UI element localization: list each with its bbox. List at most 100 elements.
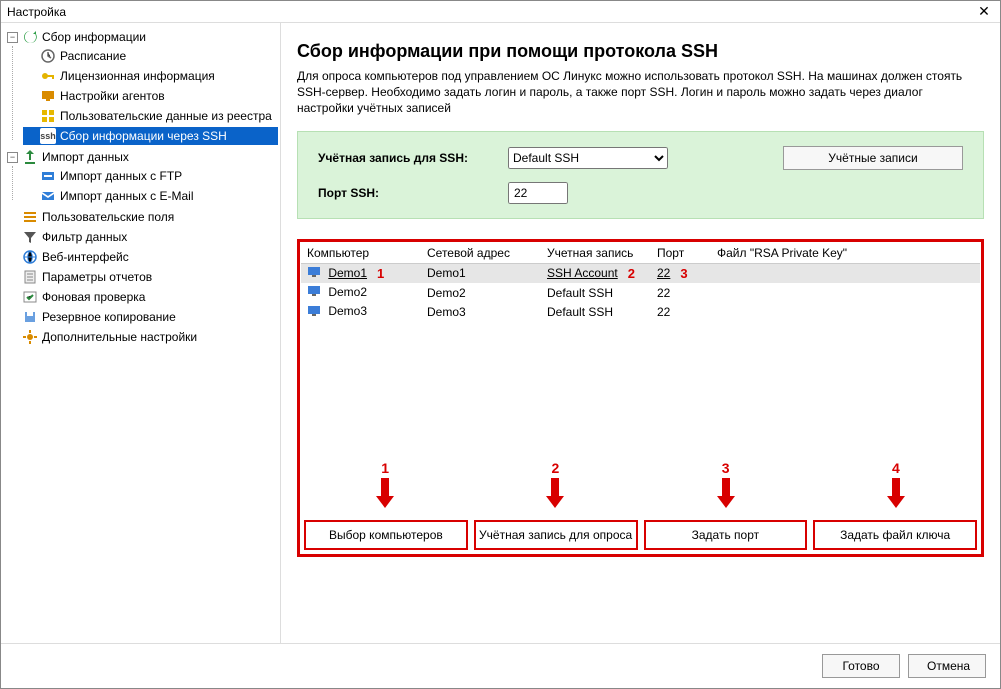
cell-address: Demo1 bbox=[421, 263, 541, 283]
ok-button[interactable]: Готово bbox=[822, 654, 900, 678]
cell-account: Default SSH bbox=[541, 283, 651, 302]
poll-account-button[interactable]: Учётная запись для опроса bbox=[474, 520, 638, 550]
tree-label: Сбор информации через SSH bbox=[60, 129, 227, 143]
ssh-port-input[interactable] bbox=[508, 182, 568, 204]
tree-label: Параметры отчетов bbox=[42, 270, 152, 284]
ssh-icon: ssh bbox=[40, 128, 56, 144]
titlebar: Настройка ✕ bbox=[1, 1, 1000, 23]
cell-account: Default SSH bbox=[541, 302, 651, 321]
arrow-label-1: 1 bbox=[381, 460, 389, 476]
ssh-port-label: Порт SSH: bbox=[318, 186, 508, 200]
collapse-icon[interactable]: − bbox=[7, 152, 18, 163]
tree-item-schedule[interactable]: Расписание bbox=[23, 47, 278, 65]
tree-item-ftp[interactable]: Импорт данных с FTP bbox=[23, 167, 278, 185]
filter-icon bbox=[22, 229, 38, 245]
tree-item-agents[interactable]: Настройки агентов bbox=[23, 87, 278, 105]
tree-item-import[interactable]: − Импорт данных bbox=[5, 148, 278, 166]
cell-computer: Demo3 bbox=[328, 304, 367, 318]
tree-item-web[interactable]: Веб-интерфейс bbox=[5, 248, 278, 266]
agent-icon bbox=[40, 88, 56, 104]
cell-port: 22 bbox=[657, 266, 670, 280]
tree-item-userfields[interactable]: Пользовательские поля bbox=[5, 208, 278, 226]
computer-icon bbox=[307, 266, 321, 281]
annotation-arrows: 1 2 3 4 bbox=[300, 460, 981, 508]
tree-item-email[interactable]: Импорт данных с E-Mail bbox=[23, 187, 278, 205]
action-buttons-row: Выбор компьютеров Учётная запись для опр… bbox=[304, 520, 977, 550]
table-row[interactable]: Demo1 1 Demo1 SSH Account 2 22 3 bbox=[301, 263, 980, 283]
tree-item-backup[interactable]: Резервное копирование bbox=[5, 308, 278, 326]
cell-address: Demo3 bbox=[421, 302, 541, 321]
tree-item-license[interactable]: Лицензионная информация bbox=[23, 67, 278, 85]
mail-icon bbox=[40, 188, 56, 204]
tree-label: Настройки агентов bbox=[60, 89, 165, 103]
col-computer[interactable]: Компьютер bbox=[301, 243, 421, 264]
fields-icon bbox=[22, 209, 38, 225]
col-address[interactable]: Сетевой адрес bbox=[421, 243, 541, 264]
close-icon[interactable]: ✕ bbox=[972, 3, 996, 20]
grid-icon bbox=[40, 108, 56, 124]
annotation-1: 1 bbox=[377, 266, 384, 281]
cell-computer: Demo1 bbox=[328, 266, 367, 280]
col-port[interactable]: Порт bbox=[651, 243, 711, 264]
computers-table[interactable]: Компьютер Сетевой адрес Учетная запись П… bbox=[301, 243, 980, 322]
tree-item-bgcheck[interactable]: Фоновая проверка bbox=[5, 288, 278, 306]
cell-port: 22 bbox=[651, 283, 711, 302]
refresh-icon bbox=[22, 29, 38, 45]
tree-item-data-collection[interactable]: − Сбор информации bbox=[5, 28, 278, 46]
table-row[interactable]: Demo2 Demo2 Default SSH 22 bbox=[301, 283, 980, 302]
nav-tree: − Сбор информации Расписание bbox=[1, 23, 281, 643]
tree-item-registry[interactable]: Пользовательские данные из реестра bbox=[23, 107, 278, 125]
collapse-icon[interactable]: − bbox=[7, 32, 18, 43]
key-icon bbox=[40, 68, 56, 84]
cancel-button[interactable]: Отмена bbox=[908, 654, 986, 678]
arrow-label-4: 4 bbox=[892, 460, 900, 476]
clock-icon bbox=[40, 48, 56, 64]
table-row[interactable]: Demo3 Demo3 Default SSH 22 bbox=[301, 302, 980, 321]
annotation-2: 2 bbox=[628, 266, 635, 281]
tree-label: Фоновая проверка bbox=[42, 290, 145, 304]
globe-icon bbox=[22, 249, 38, 265]
set-port-button[interactable]: Задать порт bbox=[644, 520, 808, 550]
arrow-label-2: 2 bbox=[551, 460, 559, 476]
col-key[interactable]: Файл "RSA Private Key" bbox=[711, 243, 980, 264]
accounts-button[interactable]: Учётные записи bbox=[783, 146, 963, 170]
tree-label: Расписание bbox=[60, 49, 126, 63]
computer-icon bbox=[307, 305, 321, 320]
document-icon bbox=[22, 269, 38, 285]
set-keyfile-button[interactable]: Задать файл ключа bbox=[813, 520, 977, 550]
disk-icon bbox=[22, 309, 38, 325]
tree-item-extra[interactable]: Дополнительные настройки bbox=[5, 328, 278, 346]
tree-label: Импорт данных с E-Mail bbox=[60, 189, 194, 203]
tree-label: Пользовательские поля bbox=[42, 210, 174, 224]
page-description: Для опроса компьютеров под управлением О… bbox=[297, 68, 977, 117]
ssh-account-label: Учётная запись для SSH: bbox=[318, 151, 508, 165]
tree-label: Резервное копирование bbox=[42, 310, 176, 324]
ssh-settings-box: Учётная запись для SSH: Default SSH Учёт… bbox=[297, 131, 984, 219]
import-icon bbox=[22, 149, 38, 165]
cell-port: 22 bbox=[651, 302, 711, 321]
down-arrow-icon bbox=[887, 478, 905, 508]
down-arrow-icon bbox=[546, 478, 564, 508]
tree-label: Сбор информации bbox=[42, 30, 146, 44]
down-arrow-icon bbox=[717, 478, 735, 508]
gear-icon bbox=[22, 329, 38, 345]
table-header-row: Компьютер Сетевой адрес Учетная запись П… bbox=[301, 243, 980, 264]
tree-label: Веб-интерфейс bbox=[42, 250, 129, 264]
cell-computer: Demo2 bbox=[328, 285, 367, 299]
tree-item-filter[interactable]: Фильтр данных bbox=[5, 228, 278, 246]
tree-label: Импорт данных с FTP bbox=[60, 169, 182, 183]
tree-label: Фильтр данных bbox=[42, 230, 127, 244]
computer-icon bbox=[307, 285, 321, 300]
ftp-icon bbox=[40, 168, 56, 184]
tree-label: Лицензионная информация bbox=[60, 69, 215, 83]
computers-list-frame: Компьютер Сетевой адрес Учетная запись П… bbox=[297, 239, 984, 557]
main-panel: Сбор информации при помощи протокола SSH… bbox=[281, 23, 1000, 643]
tree-item-ssh[interactable]: ssh Сбор информации через SSH bbox=[23, 127, 278, 145]
page-title: Сбор информации при помощи протокола SSH bbox=[297, 41, 984, 62]
tree-item-reports[interactable]: Параметры отчетов bbox=[5, 268, 278, 286]
cell-address: Demo2 bbox=[421, 283, 541, 302]
ssh-account-select[interactable]: Default SSH bbox=[508, 147, 668, 169]
task-icon bbox=[22, 289, 38, 305]
col-account[interactable]: Учетная запись bbox=[541, 243, 651, 264]
select-computers-button[interactable]: Выбор компьютеров bbox=[304, 520, 468, 550]
